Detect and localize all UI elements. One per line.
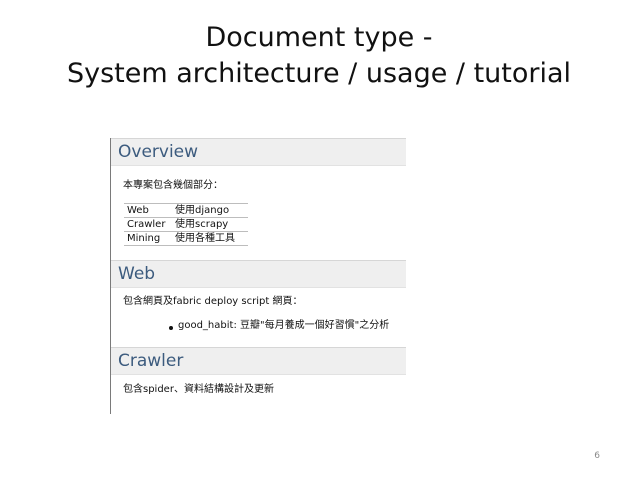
crawler-section-header: Crawler bbox=[111, 347, 406, 375]
overview-heading: Overview bbox=[118, 142, 199, 162]
web-heading: Web bbox=[118, 264, 156, 284]
table-cell-name: Web bbox=[124, 203, 172, 218]
slide-title-line-2: System architecture / usage / tutorial bbox=[66, 58, 572, 89]
overview-intro-text: 本專案包含幾個部分： bbox=[123, 180, 223, 191]
overview-section-header: Overview bbox=[111, 138, 406, 166]
table-row: Mining 使用各種工具 bbox=[124, 231, 248, 246]
table-row: Web 使用django bbox=[124, 203, 248, 218]
document-screenshot: Overview 本專案包含幾個部分： Web 使用django Crawler… bbox=[110, 138, 406, 414]
components-table: Web 使用django Crawler 使用scrapy Mining 使用各… bbox=[124, 203, 248, 246]
table-cell-name: Mining bbox=[124, 231, 172, 246]
table-cell-desc: 使用各種工具 bbox=[172, 231, 248, 246]
slide-title: Document type - System architecture / us… bbox=[0, 20, 638, 92]
table-row: Crawler 使用scrapy bbox=[124, 217, 248, 232]
table-cell-name: Crawler bbox=[124, 217, 172, 232]
page-number: 6 bbox=[594, 451, 600, 461]
table-cell-desc: 使用scrapy bbox=[172, 217, 248, 232]
slide-title-line-1: Document type - bbox=[205, 22, 433, 53]
bullet-icon bbox=[169, 326, 173, 330]
web-bullet-item: good_habit: 豆瓣"每月養成一個好習慣"之分析 bbox=[178, 320, 390, 331]
web-intro-text: 包含網頁及fabric deploy script 網頁： bbox=[123, 296, 303, 307]
crawler-heading: Crawler bbox=[118, 351, 184, 371]
crawler-intro-text: 包含spider、資料結構設計及更新 bbox=[123, 384, 274, 395]
table-cell-desc: 使用django bbox=[172, 203, 248, 218]
web-section-header: Web bbox=[111, 260, 406, 288]
